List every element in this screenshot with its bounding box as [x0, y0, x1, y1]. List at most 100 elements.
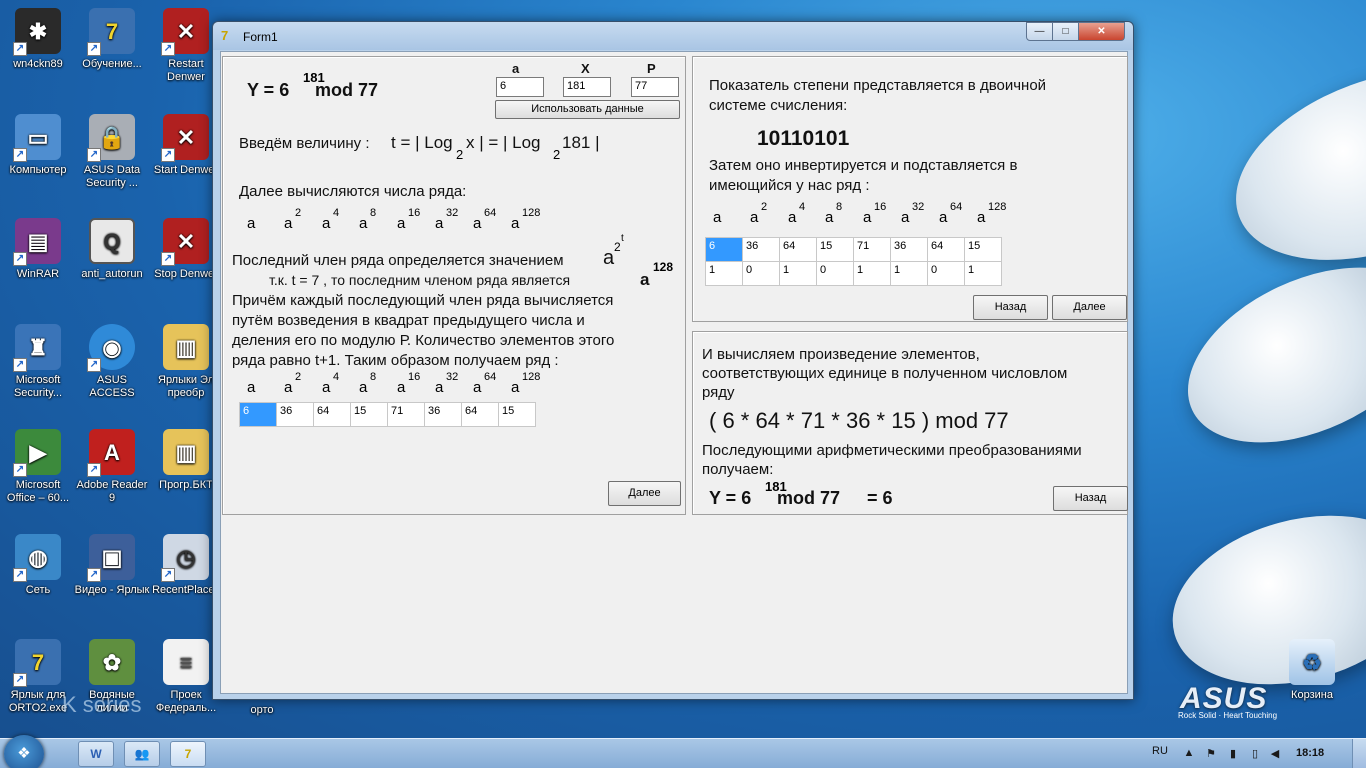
series-term: a: [247, 215, 256, 232]
grid-cell[interactable]: 71: [387, 402, 425, 427]
denwer-icon: ✕ ↗: [161, 8, 209, 56]
x-input[interactable]: 181: [563, 77, 611, 97]
grid-cell[interactable]: 71: [853, 237, 891, 262]
flag-icon[interactable]: ⚑: [1204, 747, 1218, 761]
desktop-icon-network[interactable]: ◍ ↗ Сеть: [0, 530, 76, 630]
desktop-icon-asus-access[interactable]: ◉ ↗ ASUS ACCESS: [74, 320, 150, 420]
a-label: a: [512, 61, 520, 76]
desktop-icon-wn4ckn89[interactable]: ✱ ↗ wn4ckn89: [0, 4, 76, 104]
desktop-icon-ms-office[interactable]: ▶ ↗ Microsoft Office – 60...: [0, 425, 76, 525]
grid-cell[interactable]: 64: [461, 402, 499, 427]
series-term: a: [473, 379, 482, 396]
office-icon: ▶ ↗: [13, 429, 61, 477]
language-indicator[interactable]: RU: [1152, 745, 1168, 757]
paragraph-line-2: путём возведения в квадрат предыдущего ч…: [232, 312, 585, 329]
spider-icon: ✱ ↗: [13, 8, 61, 56]
desktop-icon-winrar[interactable]: ▤ ↗ WinRAR: [0, 214, 76, 314]
series-grid-right[interactable]: 6 36 64 15 71 36 64 15 1 0 1 0 1 1 0 1: [705, 237, 1002, 286]
desktop-icon-recycle-bin[interactable]: ♻ Корзина: [1274, 635, 1350, 735]
since-power: a: [640, 270, 650, 289]
grid-cell[interactable]: 15: [498, 402, 536, 427]
series-term: a: [901, 209, 910, 226]
grid-cell[interactable]: 1: [964, 261, 1002, 286]
show-desktop-button[interactable]: [1352, 739, 1366, 768]
grid-cell[interactable]: 36: [424, 402, 462, 427]
grid-cell[interactable]: 36: [890, 237, 928, 262]
table-row: 6 36 64 15 71 36 64 15: [705, 237, 1002, 262]
p-input[interactable]: 77: [631, 77, 679, 97]
grid-cell[interactable]: 15: [964, 237, 1002, 262]
desktop-icon-video[interactable]: ▣ ↗ Видео - Ярлык: [74, 530, 150, 630]
maximize-button[interactable]: □: [1052, 22, 1079, 41]
pdf-icon: A ↗: [87, 429, 135, 477]
result-mod: mod 77: [777, 488, 841, 508]
series-term: a: [863, 209, 872, 226]
taskbar-word[interactable]: W: [78, 741, 114, 767]
table-row: 1 0 1 0 1 1 0 1: [705, 261, 1002, 286]
seven-bolt-icon: 7 ↗: [13, 639, 61, 687]
close-button[interactable]: ✕: [1078, 22, 1125, 41]
left-next-button[interactable]: Далее: [608, 481, 681, 506]
right-bottom-back-button[interactable]: Назад: [1053, 486, 1128, 511]
x-label: X: [581, 61, 590, 76]
grid-cell[interactable]: 1: [705, 261, 743, 286]
series-term: a: [322, 379, 331, 396]
desktop-icon-obuchenie[interactable]: 7 ↗ Обучение...: [74, 4, 150, 104]
grid-cell[interactable]: 0: [742, 261, 780, 286]
desktop-icon-computer[interactable]: ▭ ↗ Компьютер: [0, 110, 76, 210]
grid-cell[interactable]: 64: [313, 402, 351, 427]
desktop-icon-anti-autorun[interactable]: Q anti_autorun: [74, 214, 150, 314]
right-top-back-button[interactable]: Назад: [973, 295, 1048, 320]
form-client-area: Y = 6 181 mod 77 a X P 6 181 77 Использо…: [220, 51, 1128, 694]
binary-intro-line-2: системе счисления:: [709, 97, 848, 114]
grid-cell[interactable]: 1: [853, 261, 891, 286]
series-term: a: [247, 379, 256, 396]
since-exponent: 128: [653, 260, 674, 274]
left-panel: Y = 6 181 mod 77 a X P 6 181 77 Использо…: [222, 56, 686, 515]
signal-icon[interactable]: ▮: [1226, 747, 1240, 761]
grid-cell[interactable]: 6: [705, 237, 743, 262]
desktop-icon-water-lilies[interactable]: ✿ Водяные лилии: [74, 635, 150, 735]
wallpaper-disc: [1160, 232, 1366, 478]
series-exponent: 64: [484, 207, 497, 219]
taskbar-users[interactable]: 👥: [124, 741, 160, 767]
clock[interactable]: 18:18: [1296, 747, 1324, 759]
grid-cell[interactable]: 64: [927, 237, 965, 262]
grid-cell[interactable]: 0: [927, 261, 965, 286]
chevron-up-icon[interactable]: ▲: [1182, 747, 1196, 761]
grid-cell[interactable]: 36: [742, 237, 780, 262]
series-exponent: 8: [370, 371, 377, 383]
t-formula-part2: x | = | Log: [466, 133, 541, 152]
binary-value: 10110101: [757, 127, 850, 150]
grid-cell[interactable]: 15: [350, 402, 388, 427]
a-input[interactable]: 6: [496, 77, 544, 97]
series-term: a: [359, 379, 368, 396]
title-bar[interactable]: 7 Form1 — □ ✕: [213, 22, 1133, 50]
globe-icon: ◉ ↗: [87, 324, 135, 372]
power-icon[interactable]: ▯: [1248, 747, 1262, 761]
grid-cell[interactable]: 6: [239, 402, 277, 427]
desktop-icon-asus-data-security[interactable]: 🔒 ↗ ASUS Data Security ...: [74, 110, 150, 210]
grid-cell[interactable]: 0: [816, 261, 854, 286]
use-data-button[interactable]: Использовать данные: [495, 100, 680, 119]
right-top-next-button[interactable]: Далее: [1052, 295, 1127, 320]
grid-cell[interactable]: 64: [779, 237, 817, 262]
series-term: a: [435, 379, 444, 396]
transform-text-line-2: получаем:: [702, 461, 774, 478]
series-grid-left[interactable]: 6 36 64 15 71 36 64 15: [239, 402, 536, 427]
grid-cell[interactable]: 1: [890, 261, 928, 286]
volume-icon[interactable]: ◀: [1268, 747, 1282, 761]
minimize-button[interactable]: —: [1026, 22, 1053, 41]
series-exponent: 16: [874, 201, 887, 213]
grid-cell[interactable]: 15: [816, 237, 854, 262]
desktop-icon-adobe-reader[interactable]: A ↗ Adobe Reader 9: [74, 425, 150, 525]
grid-cell[interactable]: 36: [276, 402, 314, 427]
grid-cell[interactable]: 1: [779, 261, 817, 286]
document-icon: ≡: [163, 639, 209, 685]
desktop-icon-orto2[interactable]: 7 ↗ Ярлык для ORTO2.exe: [0, 635, 76, 735]
start-button[interactable]: ❖: [4, 735, 44, 768]
taskbar-form1[interactable]: 7: [170, 741, 206, 767]
t-formula-sub1: 2: [456, 147, 464, 162]
series-term: a: [435, 215, 444, 232]
desktop-icon-ms-security[interactable]: ♜ ↗ Microsoft Security...: [0, 320, 76, 420]
